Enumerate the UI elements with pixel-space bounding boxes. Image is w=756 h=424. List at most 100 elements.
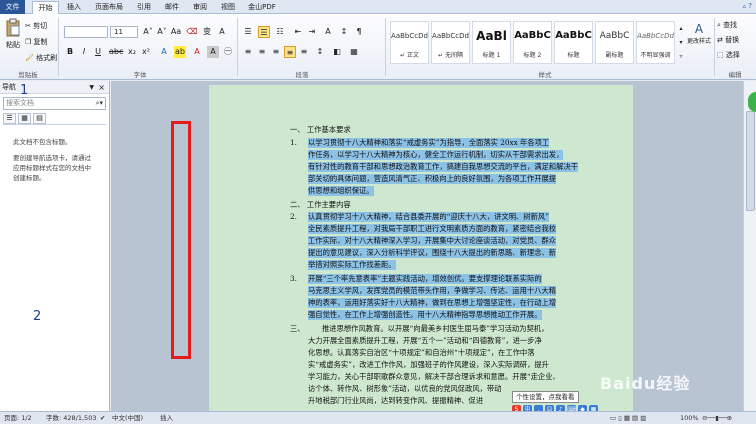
chinese-layout-icon[interactable]: A [322, 26, 334, 38]
vertical-scrollbar[interactable] [743, 81, 756, 411]
style-name: 标题 [567, 52, 580, 59]
dropdown-icon[interactable]: ▼ [89, 81, 94, 94]
select-icon: ⬚ [717, 51, 724, 59]
heading: 二、 工作主要内容 [290, 200, 351, 209]
callout-number: 1 [20, 83, 29, 98]
tab-home[interactable]: 开始 [32, 1, 59, 14]
status-bar: 页面: 1/2 字数: 428/1,503 ✔ 中文(中国) 插入 ▭ ▯ ▦ … [0, 411, 756, 424]
font-color-icon[interactable]: A [191, 46, 203, 58]
increase-indent-icon[interactable]: ⇥ [306, 26, 318, 38]
search-placeholder: 搜索文档 [6, 99, 34, 107]
navigation-message-line: 此文档不包含标题。 [13, 138, 72, 146]
line-spacing-icon[interactable]: ↕ [314, 46, 326, 58]
language-indicator[interactable]: 中文(中国) [112, 412, 143, 424]
copy-button[interactable]: ❐ 复制 [25, 37, 48, 47]
text-effect-icon[interactable]: A [158, 46, 170, 58]
style-title[interactable]: AaBbC 标题 [554, 21, 593, 64]
separator [385, 18, 386, 76]
style-subtle-emphasis[interactable]: AaBbCcDd 不明显强调 [636, 21, 675, 64]
tab-results-icon[interactable]: ▤ [33, 113, 46, 124]
style-heading-1[interactable]: AaBl 标题 1 [472, 21, 511, 64]
distributed-icon[interactable]: ≡ [298, 46, 310, 58]
tab-mailings[interactable]: 邮件 [160, 1, 184, 14]
tab-page-layout[interactable]: 页面布局 [90, 1, 128, 14]
side-assistant-icon[interactable] [748, 92, 756, 112]
cut-button[interactable]: ✂ 剪切 [25, 21, 47, 31]
insert-mode[interactable]: 插入 [160, 412, 173, 424]
view-mode-icons[interactable]: ▭ ▯ ▦ ▤ ▥ [610, 412, 646, 424]
align-right-icon[interactable]: ≡ [270, 46, 282, 58]
multilevel-list-icon[interactable]: ☷ [274, 26, 286, 38]
paste-button[interactable]: 粘贴 [4, 18, 22, 50]
style-name: 副标题 [605, 52, 624, 59]
tab-references[interactable]: 引用 [132, 1, 156, 14]
decrease-indent-icon[interactable]: ⇤ [292, 26, 304, 38]
page-count[interactable]: 页面: 1/2 [4, 412, 32, 424]
proofing-icon[interactable]: ✔ [100, 412, 105, 424]
zoom-slider[interactable]: ⊖──▮──⊕ [702, 412, 732, 424]
justify-icon[interactable]: ≡ [284, 46, 296, 58]
change-styles-button[interactable]: A 更改样式 [686, 22, 712, 45]
subscript-icon[interactable]: x₂ [126, 46, 138, 58]
style-sample: AaBbC [599, 31, 630, 41]
list-number: 三、 [290, 324, 305, 333]
change-styles-label: 更改样式 [686, 38, 711, 45]
italic-button[interactable]: I [78, 46, 90, 58]
bold-button[interactable]: B [64, 46, 76, 58]
style-no-spacing[interactable]: AaBbCcDd ↵ 无间隔 [431, 21, 470, 64]
phonetic-icon[interactable]: 变 [201, 26, 213, 38]
tab-kingsoft-pdf[interactable]: 金山PDF [244, 1, 280, 14]
style-name: ↵ 正文 [400, 52, 419, 59]
borders-icon[interactable]: ▦ [348, 46, 360, 58]
navigation-search-input[interactable]: 搜索文档 ⌕▾ [3, 97, 106, 110]
font-size-box[interactable]: 11 [110, 26, 138, 38]
tab-headings-icon[interactable]: ☰ [3, 113, 16, 124]
paragraph-line: 有针对性的教育干部和思想政治教育工作，搞建自我思想交流的平台，满足和解决干 [308, 162, 578, 172]
shrink-font-icon[interactable]: A˅ [156, 26, 168, 38]
numbering-icon[interactable]: ☰ [258, 26, 270, 38]
char-border-icon[interactable]: A [216, 26, 228, 38]
style-subtitle[interactable]: AaBbC 副标题 [595, 21, 634, 64]
strikethrough-icon[interactable]: abc [109, 46, 123, 58]
navigation-title: 导航 [2, 83, 16, 91]
paragraph-line: 实“戒虚务实”，改进工作作风，加强班子的作风建设，深入实际调研，提升 [308, 360, 549, 369]
replace-button[interactable]: ⇄ 替换 [717, 35, 739, 45]
select-button[interactable]: ⬚ 选择 [717, 50, 740, 60]
superscript-icon[interactable]: x² [140, 46, 152, 58]
bullets-icon[interactable]: ☰ [242, 26, 254, 38]
help-icon[interactable]: ▵ ? [743, 2, 752, 10]
tab-pages-icon[interactable]: ▦ [18, 113, 31, 124]
sort-icon[interactable]: ↕ [338, 26, 350, 38]
shading-icon[interactable]: ◧ [331, 46, 343, 58]
tab-review[interactable]: 审阅 [188, 1, 212, 14]
style-normal[interactable]: AaBbCcDd ↵ 正文 [390, 21, 429, 64]
align-left-icon[interactable]: ≡ [242, 46, 254, 58]
char-shading-icon[interactable]: A [207, 46, 219, 58]
align-center-icon[interactable]: ≡ [256, 46, 268, 58]
style-heading-2[interactable]: AaBbC 标题 2 [513, 21, 552, 64]
grow-font-icon[interactable]: A˄ [142, 26, 154, 38]
clear-format-icon[interactable]: ⌫ [186, 26, 198, 38]
style-name: 标题 1 [482, 52, 501, 59]
format-painter-button[interactable]: 🖌 格式刷 [25, 53, 57, 63]
paragraph-line: 推进思想作风教育。以开展“向最美乡村医生屈马泰”学习活动为契机， [322, 324, 549, 333]
list-number: 3. [290, 274, 297, 283]
numbering-highlight-box [171, 121, 191, 359]
tab-file[interactable]: 文件 [0, 0, 25, 14]
zoom-level[interactable]: 100% [680, 412, 699, 424]
find-button[interactable]: ⌕ 查找 [717, 20, 737, 30]
highlight-icon[interactable]: ab [174, 46, 186, 58]
tab-insert[interactable]: 插入 [62, 1, 86, 14]
tab-view[interactable]: 视图 [216, 1, 240, 14]
show-marks-icon[interactable]: ¶ [353, 26, 365, 38]
word-count[interactable]: 字数: 428/1,503 [46, 412, 96, 424]
enclose-char-icon[interactable]: ㊀ [222, 46, 234, 58]
styles-scroll-icon[interactable]: ▴ ▾ ▿ [677, 22, 685, 64]
scroll-thumb[interactable] [746, 111, 755, 211]
change-case-icon[interactable]: Aa [170, 26, 182, 38]
close-icon[interactable]: × [98, 81, 105, 94]
replace-label: 替换 [725, 36, 740, 44]
underline-button[interactable]: U [92, 46, 104, 58]
search-icon[interactable]: ⌕▾ [96, 98, 103, 109]
font-name-box[interactable] [64, 26, 108, 38]
